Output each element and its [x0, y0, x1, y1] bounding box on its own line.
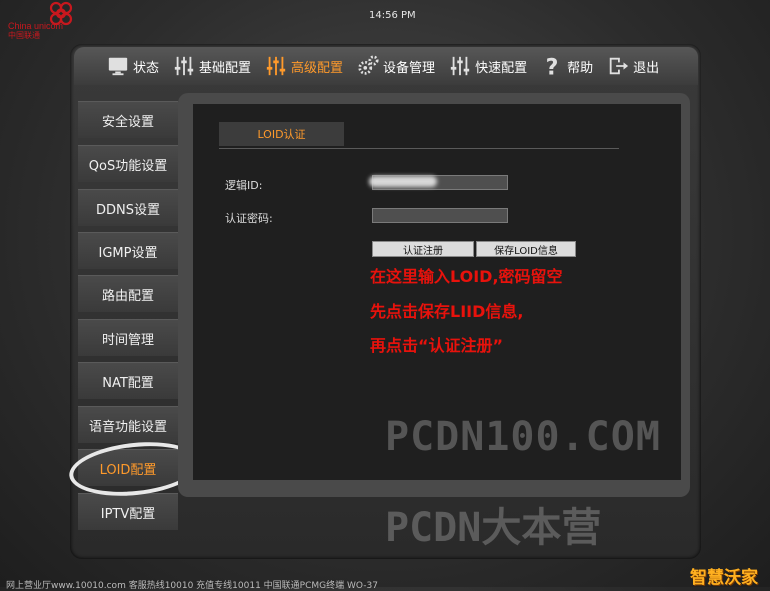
nav-label: 退出 [633, 60, 660, 76]
nav-status[interactable]: 状态 [100, 47, 166, 85]
sidebar-item-qos[interactable]: QoS功能设置 [78, 145, 178, 182]
gears-icon [358, 55, 379, 75]
top-nav: 状态 基础配置 高级配置 设备管理 快速配置 ? 帮助 退出 [74, 47, 698, 85]
nav-basic-config[interactable]: 基础配置 [166, 47, 258, 85]
nav-help[interactable]: ? 帮助 [534, 47, 600, 85]
sidebar-item-routing[interactable]: 路由配置 [78, 275, 178, 312]
question-icon: ? [546, 55, 559, 77]
footer: 网上营业厅www.10010.com 客服热线10010 充值专线10011 中… [6, 581, 378, 591]
nav-label: 快速配置 [475, 60, 528, 76]
password-input[interactable] [372, 208, 508, 223]
sidebar-item-security[interactable]: 安全设置 [78, 101, 178, 138]
sidebar-item-igmp[interactable]: IGMP设置 [78, 232, 178, 269]
sidebar-item-voice[interactable]: 语音功能设置 [78, 406, 178, 443]
annotation-line-3: 再点击“认证注册” [370, 336, 504, 355]
divider [219, 148, 619, 149]
save-loid-button[interactable]: 保存LOID信息 [476, 241, 576, 257]
brand-name-cn: 中国联通 [8, 31, 40, 40]
sidebar-item-time[interactable]: 时间管理 [78, 319, 178, 356]
watermark-brand: PCDN大本营 [385, 505, 602, 551]
china-unicom-logo: China unicom 中国联通 [8, 0, 78, 42]
nav-label: 基础配置 [199, 60, 252, 76]
sliders-icon [174, 56, 194, 76]
annotation-line-2: 先点击保存LIID信息, [370, 302, 524, 321]
watermark-domain: PCDN100.COM [385, 414, 661, 460]
nav-label: 设备管理 [383, 60, 436, 76]
brand-name: China unicom [8, 21, 64, 31]
sidebar-item-nat[interactable]: NAT配置 [78, 362, 178, 399]
password-label: 认证密码: [225, 212, 273, 225]
register-button[interactable]: 认证注册 [372, 241, 474, 257]
annotation-line-1: 在这里输入LOID,密码留空 [370, 267, 563, 286]
nav-label: 高级配置 [291, 60, 344, 76]
tab-loid-auth[interactable]: LOID认证 [219, 122, 344, 146]
nav-device-management[interactable]: 设备管理 [350, 47, 442, 85]
nav-label: 状态 [133, 60, 160, 76]
sidebar-item-ddns[interactable]: DDNS设置 [78, 189, 178, 226]
clock: 14:56 PM [369, 10, 416, 21]
sidebar-item-iptv[interactable]: IPTV配置 [78, 493, 178, 530]
nav-logout[interactable]: 退出 [600, 47, 666, 85]
sliders-icon [450, 56, 470, 76]
monitor-icon [108, 57, 128, 76]
loid-label: 逻辑ID: [225, 179, 263, 192]
nav-advanced-config[interactable]: 高级配置 [258, 47, 350, 85]
exit-icon [609, 57, 629, 75]
nav-label: 帮助 [567, 60, 594, 76]
redacted-loid-value [369, 176, 437, 187]
sliders-icon [266, 56, 286, 76]
svg-text:?: ? [546, 55, 559, 77]
corner-logo: 智慧沃家 [690, 568, 758, 588]
nav-quick-config[interactable]: 快速配置 [442, 47, 534, 85]
